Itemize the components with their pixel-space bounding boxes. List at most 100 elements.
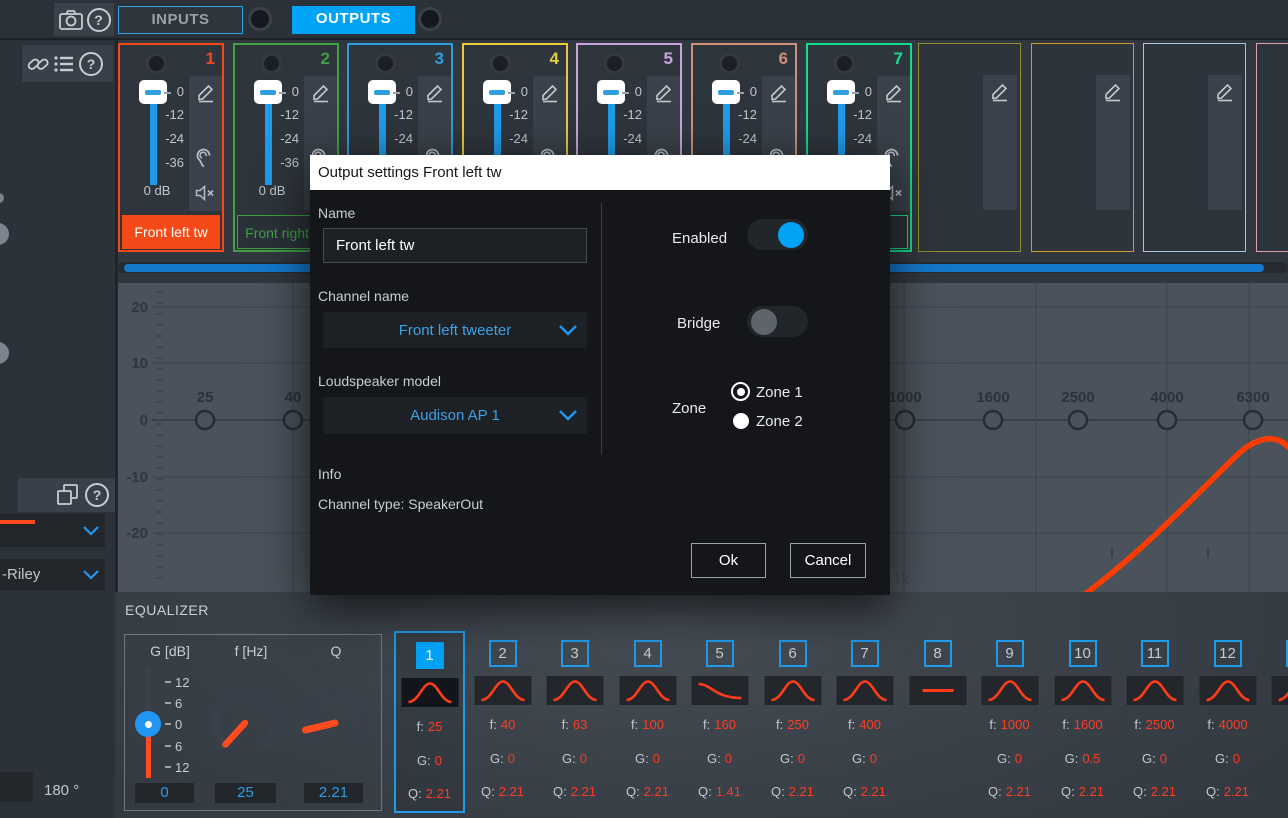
edit-icon[interactable]	[1102, 80, 1124, 102]
link-icon[interactable]	[27, 53, 49, 75]
eq-band-6[interactable]: 6 f:250 G:0 Q:2.21	[757, 631, 828, 813]
eq-band-number[interactable]: 9	[996, 640, 1024, 667]
zone-1-radio[interactable]	[731, 382, 750, 401]
edit-icon[interactable]	[768, 81, 790, 103]
eq-band-number[interactable]: 5	[706, 640, 734, 667]
outputs-knob[interactable]	[418, 7, 442, 31]
edit-icon[interactable]	[653, 81, 675, 103]
help-icon[interactable]: ?	[85, 483, 109, 507]
channel-knob[interactable]	[604, 53, 625, 74]
freq-label: 6300	[1236, 389, 1269, 406]
channel-icon-column	[1096, 75, 1130, 210]
channel-knob[interactable]	[834, 53, 855, 74]
channel-knob[interactable]	[375, 53, 396, 74]
freq-label: 25	[197, 389, 214, 406]
ok-button[interactable]: Ok	[691, 543, 766, 578]
eq-band-1[interactable]: 1 f:25 G:0 Q:2.21	[394, 631, 465, 813]
eq-band-bell-icon	[1054, 676, 1111, 705]
edit-icon[interactable]	[989, 80, 1011, 102]
channel-name-label[interactable]: Front left tw	[122, 215, 220, 249]
crossover-type-dropdown[interactable]: -Riley	[0, 559, 105, 590]
eq-band-13[interactable]: 13 f: G: Q:	[1264, 631, 1288, 813]
eq-point-handle[interactable]	[284, 411, 302, 429]
eq-band-5[interactable]: 5 f:160 G:0 Q:1.41	[684, 631, 755, 813]
partial-knob[interactable]	[0, 223, 9, 245]
eq-point-handle[interactable]	[196, 411, 214, 429]
inputs-knob[interactable]	[248, 7, 272, 31]
eq-band-9[interactable]: 9 f:1000 G:0 Q:2.21	[974, 631, 1045, 813]
eq-band-number[interactable]: 12	[1214, 640, 1242, 667]
cancel-button[interactable]: Cancel	[790, 543, 866, 578]
eq-band-bell-icon	[619, 676, 676, 705]
eq-band-bell-icon	[1126, 676, 1183, 705]
q-value-field[interactable]: 2.21	[304, 783, 363, 803]
phase-value-field[interactable]	[0, 772, 33, 802]
channel-knob[interactable]	[719, 53, 740, 74]
eq-band-number[interactable]: 11	[1141, 640, 1169, 667]
gain-value-field[interactable]: 0	[135, 783, 194, 803]
eq-point-handle[interactable]	[896, 411, 914, 429]
eq-point-handle[interactable]	[1158, 411, 1176, 429]
channel-name-dropdown[interactable]: Front left tweeter	[323, 312, 587, 348]
edit-icon[interactable]	[1214, 80, 1236, 102]
eq-band-number[interactable]: 2	[489, 640, 517, 667]
eq-band-number[interactable]: 7	[851, 640, 879, 667]
eq-point-handle[interactable]	[1244, 411, 1262, 429]
channel-number: 6	[779, 49, 788, 69]
output-channel-strip-empty-8[interactable]	[918, 43, 1021, 252]
eq-band-2[interactable]: 2 f:40 G:0 Q:2.21	[467, 631, 538, 813]
eq-band-number[interactable]: 6	[779, 640, 807, 667]
output-channel-strip-empty-10[interactable]	[1143, 43, 1246, 252]
partial-knob[interactable]	[0, 193, 4, 203]
edit-icon[interactable]	[310, 81, 332, 103]
frequency-knob[interactable]	[205, 683, 285, 763]
eq-band-number[interactable]: 10	[1069, 640, 1097, 667]
eq-point-handle[interactable]	[984, 411, 1002, 429]
edit-icon[interactable]	[424, 81, 446, 103]
eq-band-4[interactable]: 4 f:100 G:0 Q:2.21	[612, 631, 683, 813]
zone-1-label: Zone 1	[756, 384, 803, 401]
output-channel-strip-empty-9[interactable]	[1031, 43, 1134, 252]
eq-band-number[interactable]: 8	[924, 640, 952, 667]
zone-2-radio[interactable]	[733, 413, 749, 429]
eq-band-7[interactable]: 7 f:400 G:0 Q:2.21	[829, 631, 900, 813]
channel-knob[interactable]	[490, 53, 511, 74]
edit-icon[interactable]	[539, 81, 561, 103]
eq-band-8[interactable]: 8	[902, 631, 973, 813]
camera-icon[interactable]	[58, 7, 84, 33]
help-icon[interactable]: ?	[79, 52, 103, 76]
edit-icon[interactable]	[195, 81, 217, 103]
help-icon[interactable]: ?	[87, 8, 111, 32]
channel-knob[interactable]	[261, 53, 282, 74]
eq-band-bell-icon	[1199, 676, 1256, 705]
name-input[interactable]	[323, 228, 587, 263]
eq-band-12[interactable]: 12 f:4000 G:0 Q:2.21	[1192, 631, 1263, 813]
filter-curve-dropdown[interactable]	[0, 514, 105, 547]
eq-point-handle[interactable]	[1069, 411, 1087, 429]
eq-band-number[interactable]: 4	[634, 640, 662, 667]
copy-icon[interactable]	[56, 483, 80, 507]
bridge-toggle[interactable]	[747, 306, 808, 337]
phase-degrees-label: 180 °	[44, 782, 79, 799]
tab-outputs[interactable]: OUTPUTS	[292, 6, 415, 34]
freq-label: 4000	[1150, 389, 1183, 406]
tab-inputs[interactable]: INPUTS	[118, 6, 243, 34]
enabled-toggle[interactable]	[747, 219, 808, 250]
partial-knob[interactable]	[0, 342, 9, 364]
output-channel-strip-empty-11[interactable]	[1256, 43, 1288, 252]
gain-slider-handle[interactable]	[135, 711, 161, 737]
eq-band-11[interactable]: 11 f:2500 G:0 Q:2.21	[1119, 631, 1190, 813]
eq-band-10[interactable]: 10 f:1600 G:0.5 Q:2.21	[1047, 631, 1118, 813]
mute-icon[interactable]	[195, 185, 215, 201]
listen-icon[interactable]	[195, 148, 215, 170]
edit-icon[interactable]	[883, 81, 905, 103]
frequency-value-field[interactable]: 25	[215, 783, 276, 803]
eq-band-number[interactable]: 1	[416, 642, 444, 669]
list-icon[interactable]	[53, 53, 75, 75]
output-channel-strip-1[interactable]: 1 0 -12 -24 -36 0 dB Front	[118, 43, 224, 252]
eq-band-3[interactable]: 3 f:63 G:0 Q:2.21	[539, 631, 610, 813]
loudspeaker-model-dropdown[interactable]: Audison AP 1	[323, 397, 587, 434]
q-knob[interactable]	[295, 683, 375, 763]
eq-band-number[interactable]: 3	[561, 640, 589, 667]
channel-knob[interactable]	[146, 53, 167, 74]
